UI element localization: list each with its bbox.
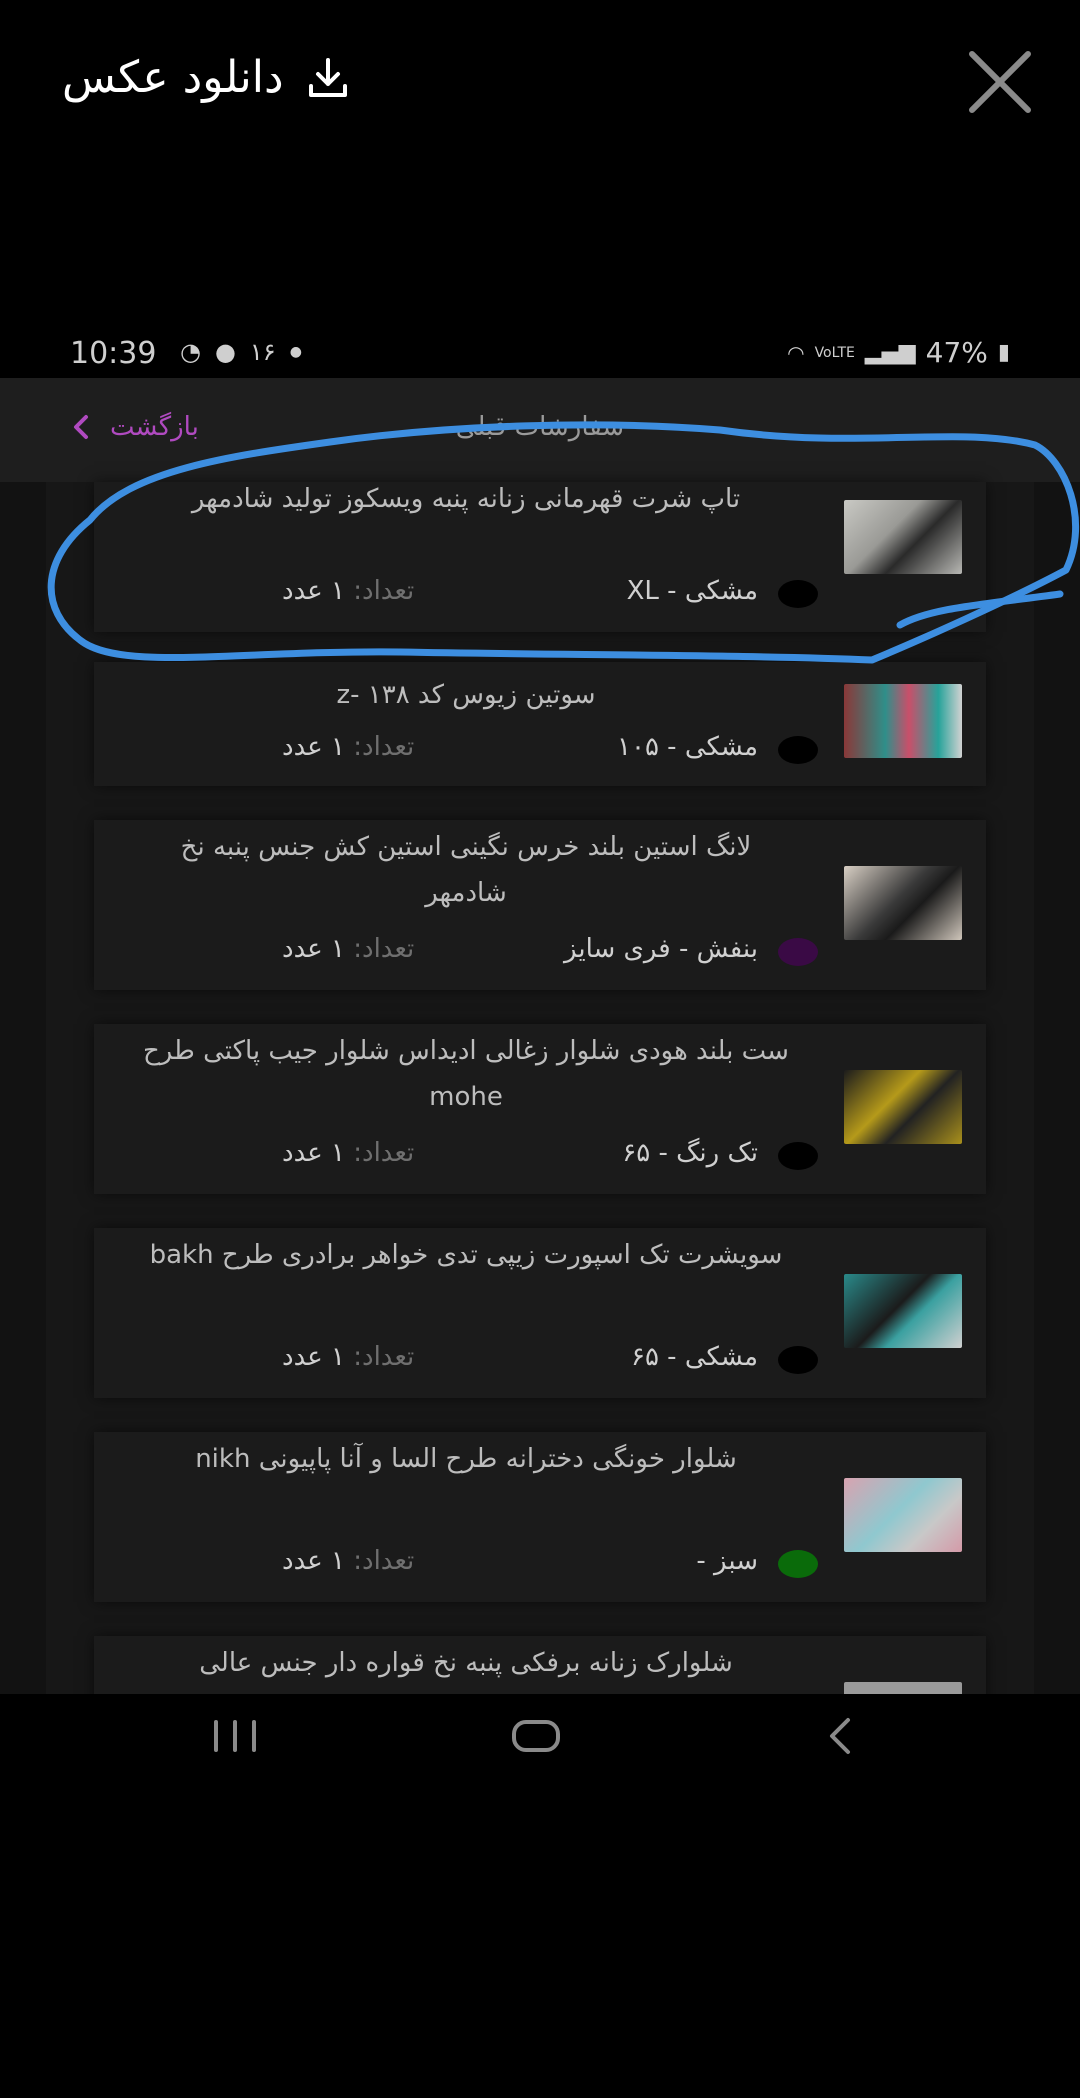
order-card[interactable]: شلوار خونگی دخترانه طرح السا و آنا پاپیو… — [94, 1432, 986, 1602]
product-title: تاپ شرت قهرمانی زنانه پنبه ویسکوز تولید … — [191, 484, 741, 514]
download-image-button[interactable]: دانلود عکس — [62, 52, 350, 103]
home-button[interactable] — [510, 1716, 562, 1760]
product-thumbnail — [844, 1478, 962, 1552]
product-title: شلوار خونگی دخترانه طرح السا و آنا پاپیو… — [195, 1444, 737, 1474]
app-bar: بازگشت سفارشات قبلی — [0, 378, 1080, 482]
status-right: ◠ VoLTE ▂▄▆ 47% ▮ — [787, 336, 1010, 369]
quantity-label: تعداد: ۱ عدد — [282, 732, 415, 762]
order-card[interactable]: سویشرت تک اسپورت زیپی تدی خواهر برادری ط… — [94, 1228, 986, 1398]
color-swatch — [778, 580, 818, 608]
product-thumbnail — [844, 1070, 962, 1144]
wifi-icon: ◠ — [787, 340, 805, 365]
color-swatch — [778, 1142, 818, 1170]
variant-label: مشکی - ۶۵ — [630, 1342, 758, 1372]
order-card[interactable]: لانگ استین بلند خرس نگینی استین کش جنس پ… — [94, 820, 986, 990]
product-title: سویشرت تک اسپورت زیپی تدی خواهر برادری ط… — [149, 1240, 783, 1270]
product-title: شلوارک زنانه برفکی پنبه نخ قواره دار جنس… — [199, 1648, 733, 1678]
order-card[interactable]: سوتین زیوس کد ۱۳۸ -z مشکی - ۱۰۵ تعداد: ۱… — [94, 662, 986, 786]
screenshot-image: 10:39 ◔ ● ۱۶ ● ◠ VoLTE ▂▄▆ 47% ▮ بازگشت … — [0, 330, 1080, 1694]
product-thumbnail — [844, 500, 962, 574]
signal-icon: ▂▄▆ — [864, 340, 916, 365]
back-icon — [830, 1718, 850, 1754]
orders-list[interactable]: تاپ شرت قهرمانی زنانه پنبه ویسکوز تولید … — [46, 482, 1034, 1694]
color-swatch — [778, 938, 818, 966]
variant-label: سبز - — [696, 1546, 758, 1576]
battery-icon: ▮ — [997, 340, 1010, 365]
product-thumbnail — [844, 866, 962, 940]
order-meta: مشکی - XL تعداد: ۱ عدد — [94, 574, 986, 614]
recents-button[interactable] — [210, 1716, 260, 1760]
product-title: ست بلند هودی شلوار زغالی ادیداس شلوار جی… — [143, 1036, 789, 1112]
order-meta: بنفش - فری سایز تعداد: ۱ عدد — [94, 932, 986, 972]
close-icon — [969, 51, 1031, 113]
recents-icon — [214, 1720, 256, 1752]
close-button[interactable] — [968, 50, 1032, 114]
download-icon — [306, 56, 350, 100]
quantity-label: تعداد: ۱ عدد — [282, 1342, 415, 1372]
status-bar: 10:39 ◔ ● ۱۶ ● ◠ VoLTE ▂▄▆ 47% ▮ — [0, 330, 1080, 378]
status-notification-icons: ◔ ● ۱۶ ● — [180, 338, 302, 366]
image-viewer-toolbar: دانلود عکس — [0, 0, 1080, 170]
download-label: دانلود عکس — [62, 52, 284, 103]
home-icon — [512, 1720, 560, 1752]
product-title: لانگ استین بلند خرس نگینی استین کش جنس پ… — [180, 832, 752, 908]
battery-percent: 47% — [925, 336, 988, 369]
order-meta: سبز - تعداد: ۱ عدد — [94, 1544, 986, 1584]
order-meta: مشکی - ۱۰۵ تعداد: ۱ عدد — [94, 730, 986, 770]
order-card[interactable]: تاپ شرت قهرمانی زنانه پنبه ویسکوز تولید … — [94, 482, 986, 632]
notification-count: ۱۶ — [249, 338, 276, 366]
variant-label: مشکی - ۱۰۵ — [617, 732, 758, 762]
order-card[interactable]: ست بلند هودی شلوار زغالی ادیداس شلوار جی… — [94, 1024, 986, 1194]
order-meta: تک رنگ - ۶۵ تعداد: ۱ عدد — [94, 1136, 986, 1176]
app-notification-icon: ◔ — [180, 338, 201, 366]
nav-back-button[interactable] — [820, 1716, 860, 1760]
volte-icon: VoLTE — [814, 344, 855, 361]
variant-label: تک رنگ - ۶۵ — [622, 1138, 758, 1168]
quantity-label: تعداد: ۱ عدد — [282, 1138, 415, 1168]
order-meta: مشکی - ۶۵ تعداد: ۱ عدد — [94, 1340, 986, 1380]
dot-icon: ● — [289, 344, 302, 360]
quantity-label: تعداد: ۱ عدد — [282, 934, 415, 964]
color-swatch — [778, 1550, 818, 1578]
chat-icon: ● — [214, 338, 236, 366]
navigation-bar — [0, 1694, 1080, 1794]
variant-label: بنفش - فری سایز — [564, 934, 758, 964]
quantity-label: تعداد: ۱ عدد — [282, 1546, 415, 1576]
product-thumbnail — [844, 1682, 962, 1694]
color-swatch — [778, 736, 818, 764]
product-title: سوتین زیوس کد ۱۳۸ -z — [336, 680, 596, 710]
quantity-label: تعداد: ۱ عدد — [282, 576, 415, 606]
status-time: 10:39 — [70, 336, 157, 371]
product-thumbnail — [844, 1274, 962, 1348]
color-swatch — [778, 1346, 818, 1374]
order-card[interactable]: شلوارک زنانه برفکی پنبه نخ قواره دار جنس… — [94, 1636, 986, 1694]
variant-label: مشکی - XL — [626, 576, 758, 606]
page-title: سفارشات قبلی — [455, 412, 625, 442]
